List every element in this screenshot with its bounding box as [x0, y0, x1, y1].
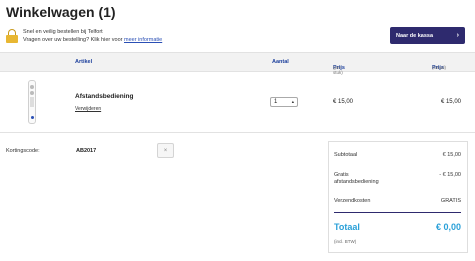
more-info-link[interactable]: meer informatie [124, 37, 162, 43]
cart-item-row: Afstandsbediening Verwijderen 1 ▴ € 15,0… [0, 72, 475, 133]
shipping-value: GRATIS [440, 198, 461, 204]
unit-price: € 15,00 [333, 99, 354, 105]
vat-note: (incl. BTW) [334, 239, 357, 244]
lock-icon [6, 29, 18, 43]
secure-notice-line1: Snel en veilig bestellen bij Telfort [23, 29, 103, 35]
close-icon: × [163, 147, 168, 154]
chevron-right-icon: › [456, 32, 459, 39]
summary-divider [334, 212, 461, 213]
total-label: Totaal [334, 222, 360, 232]
discount-label-line1: Gratis [334, 172, 349, 178]
header-quantity: Aantal [272, 59, 289, 65]
coupon-remove-button[interactable]: × [157, 143, 174, 158]
subtotal-value: € 15,00 [442, 152, 461, 158]
quantity-select[interactable]: 1 ▴ [270, 97, 298, 107]
page-title: Winkelwagen (1) [6, 4, 116, 20]
shipping-label: Verzendkosten [334, 198, 371, 204]
subtotal-label: Subtotaal [334, 152, 358, 158]
product-image [28, 80, 36, 124]
line-total: € 15,00 [440, 99, 461, 105]
coupon-label: Kortingscode: [6, 148, 40, 154]
discount-label-line2: afstandsbediening [334, 179, 379, 185]
coupon-code: AB2017 [76, 148, 97, 154]
item-name: Afstandsbediening [75, 93, 134, 100]
secure-notice-line2: Vragen over uw bestelling? Klik hier voo… [23, 37, 124, 43]
checkout-button-label: Naar de kassa [396, 32, 433, 39]
order-summary: Subtotaal € 15,00 Gratis afstandsbedieni… [328, 141, 468, 253]
header-article: Artikel [75, 59, 93, 65]
checkout-button[interactable]: Naar de kassa › [390, 27, 465, 44]
secure-notice: Snel en veilig bestellen bij Telfort Vra… [6, 28, 162, 44]
updown-icon: ▴ [291, 99, 294, 104]
header-total-sub: (totaal) [432, 65, 447, 70]
total-value: € 0,00 [435, 222, 461, 232]
quantity-value: 1 [274, 99, 278, 105]
remove-item-link[interactable]: Verwijderen [75, 106, 101, 112]
cart-table-header: Artikel Aantal Prijs (per stuk) Prijs (t… [0, 52, 475, 75]
discount-value: - € 15,00 [439, 172, 461, 178]
